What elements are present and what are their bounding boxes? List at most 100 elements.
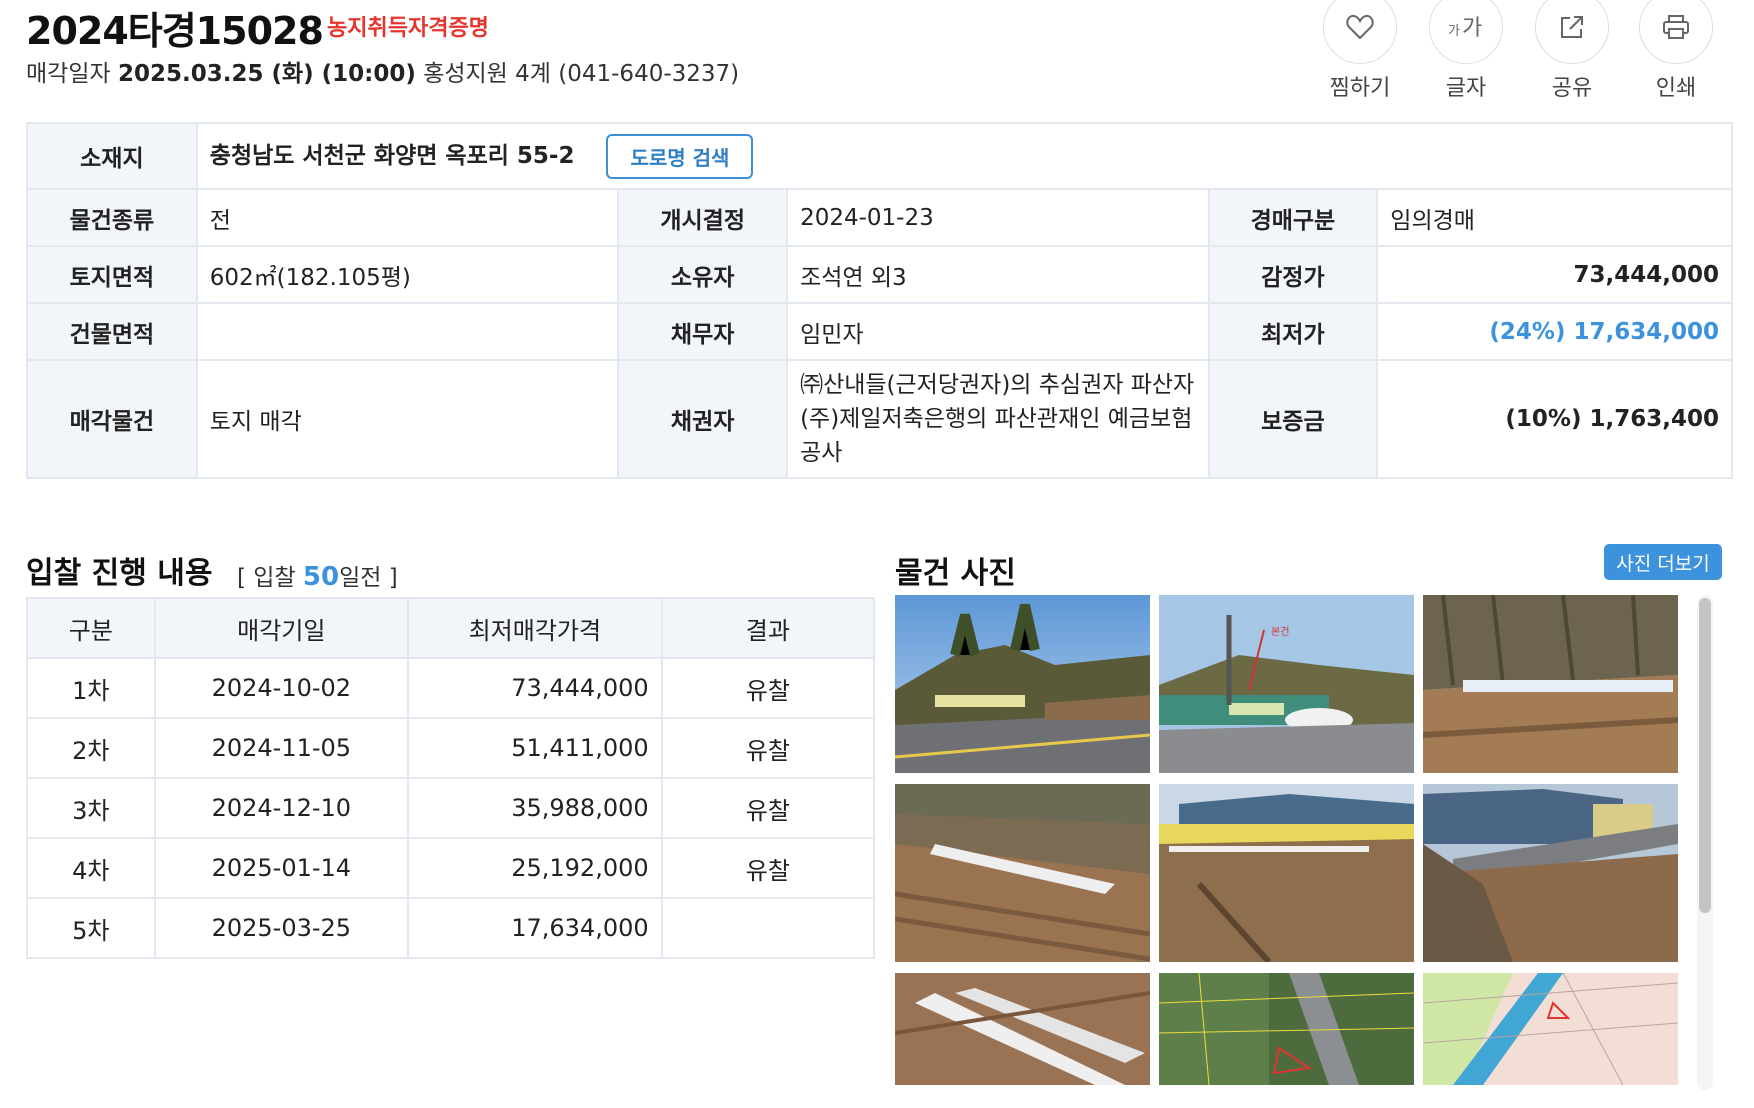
share-label: 공유: [1551, 76, 1593, 101]
value-cell: 토지 매각: [195, 359, 620, 479]
header-cell: 건물면적: [26, 302, 198, 361]
property-photo[interactable]: [1423, 973, 1678, 1085]
print-button[interactable]: 인쇄: [1639, 0, 1713, 102]
table-row: 5차 2025-03-25 17,634,000: [26, 897, 876, 959]
creditor-cell: ㈜산내들(근저당권자)의 추심권자 파산자 (주)제일저축은행의 파산관재인 예…: [786, 359, 1210, 479]
court-info: 홍성지원 4계 (041-640-3237): [423, 61, 740, 87]
sale-info-line: 매각일자 2025.03.25 (화) (10:00) 홍성지원 4계 (041…: [26, 54, 739, 88]
value-cell: 2024-01-23: [786, 188, 1210, 247]
location-header: 소재지: [26, 122, 198, 190]
property-photo[interactable]: [1159, 973, 1414, 1085]
header-cell: 물건종류: [26, 188, 198, 247]
value-cell: 조석연 외3: [786, 245, 1210, 304]
road-name-search-button[interactable]: 도로명 검색: [606, 133, 754, 179]
price-cell: 25,192,000: [407, 837, 663, 899]
header-cell: 감정가: [1207, 245, 1379, 304]
result-cell: 유찰: [660, 777, 876, 839]
table-row: 건물면적 채무자 임민자 최저가 (24%) 17,634,000: [26, 302, 1733, 361]
property-photo[interactable]: [895, 973, 1150, 1085]
value-cell: 전: [195, 188, 620, 247]
photo-arrow-label: 본건: [1271, 626, 1289, 638]
print-label: 인쇄: [1655, 76, 1697, 101]
photo-section-title: 물건 사진: [895, 556, 1016, 591]
property-photo[interactable]: [895, 595, 1150, 773]
table-row: 물건종류 전 개시결정 2024-01-23 경매구분 임의경매: [26, 188, 1733, 247]
header-cell: 토지면적: [26, 245, 198, 304]
header-cell: 매각물건: [26, 359, 198, 479]
font-size-label: 글자: [1445, 76, 1487, 101]
minimum-price: (24%) 17,634,000: [1376, 302, 1733, 361]
table-row: 소재지 충청남도 서천군 화양면 옥포리 55-2 도로명 검색: [26, 122, 1734, 190]
price-cell: 17,634,000: [407, 897, 663, 959]
photo-scrollbar-thumb[interactable]: [1699, 598, 1711, 913]
farm-cert-badge: 농지취득자격증명: [327, 16, 489, 41]
property-photo[interactable]: [1423, 595, 1678, 773]
column-header: 최저매각가격: [407, 597, 663, 659]
round-cell: 3차: [26, 777, 156, 839]
property-info-table: 소재지 충청남도 서천군 화양면 옥포리 55-2 도로명 검색 물건종류 전 …: [26, 122, 1734, 479]
result-cell: 유찰: [660, 657, 876, 719]
more-photos-button[interactable]: 사진 더보기: [1604, 544, 1722, 580]
bid-section-title: 입찰 진행 내용: [26, 556, 213, 591]
bid-countdown-prefix: [ 입찰: [237, 565, 296, 591]
table-row: 2차 2024-11-05 51,411,000 유찰: [26, 717, 876, 779]
table-row: 3차 2024-12-10 35,988,000 유찰: [26, 777, 876, 839]
table-row: 토지면적 602㎡(182.105평) 소유자 조석연 외3 감정가 73,44…: [26, 245, 1733, 304]
header-cell: 경매구분: [1207, 188, 1379, 247]
column-header: 매각기일: [153, 597, 410, 659]
sale-label: 매각일자: [26, 61, 111, 87]
header-cell: 보증금: [1207, 359, 1379, 479]
header-cell: 최저가: [1207, 302, 1379, 361]
round-cell: 1차: [26, 657, 156, 719]
price-cell: 51,411,000: [407, 717, 663, 779]
table-header-row: 구분 매각기일 최저매각가격 결과: [26, 597, 876, 659]
round-cell: 2차: [26, 717, 156, 779]
price-cell: 73,444,000: [407, 657, 663, 719]
svg-text:가: 가: [1448, 24, 1460, 39]
date-cell: 2024-10-02: [153, 657, 410, 719]
location-cell: 충청남도 서천군 화양면 옥포리 55-2 도로명 검색: [195, 122, 1734, 190]
column-header: 구분: [26, 597, 156, 659]
svg-text:가: 가: [1462, 16, 1482, 41]
header-cell: 채권자: [617, 359, 789, 479]
value-cell: 임의경매: [1376, 188, 1733, 247]
bid-countdown: [ 입찰 50일전 ]: [237, 558, 398, 592]
table-row: 1차 2024-10-02 73,444,000 유찰: [26, 657, 876, 719]
bid-countdown-suffix: 일전 ]: [339, 565, 398, 591]
date-cell: 2025-01-14: [153, 837, 410, 899]
bid-countdown-days: 50: [302, 562, 340, 592]
table-row: 매각물건 토지 매각 채권자 ㈜산내들(근저당권자)의 추심권자 파산자 (주)…: [26, 359, 1733, 479]
location-address: 충청남도 서천군 화양면 옥포리 55-2: [209, 142, 575, 169]
header-cell: 채무자: [617, 302, 789, 361]
round-cell: 5차: [26, 897, 156, 959]
print-icon: [1639, 0, 1713, 64]
sale-date: 2025.03.25 (화) (10:00): [117, 61, 416, 87]
font-size-button[interactable]: 가가 글자: [1429, 0, 1503, 102]
case-number: 2024타경15028: [26, 9, 324, 53]
value-cell: 임민자: [786, 302, 1210, 361]
table-row: 4차 2025-01-14 25,192,000 유찰: [26, 837, 876, 899]
result-cell: [660, 897, 876, 959]
round-cell: 4차: [26, 837, 156, 899]
date-cell: 2025-03-25: [153, 897, 410, 959]
property-photo[interactable]: [895, 784, 1150, 962]
appraisal-price: 73,444,000: [1376, 245, 1733, 304]
wishlist-button[interactable]: 찜하기: [1323, 0, 1397, 102]
value-cell: [195, 302, 620, 361]
header-cell: 개시결정: [617, 188, 789, 247]
share-icon: [1535, 0, 1609, 64]
heart-icon: [1323, 0, 1397, 64]
bid-history-table: 구분 매각기일 최저매각가격 결과 1차 2024-10-02 73,444,0…: [26, 597, 876, 959]
font-size-icon: 가가: [1429, 0, 1503, 64]
value-cell: 602㎡(182.105평): [195, 245, 620, 304]
property-photo[interactable]: 본건: [1159, 595, 1414, 773]
property-photo[interactable]: [1423, 784, 1678, 962]
property-photo[interactable]: [1159, 784, 1414, 962]
header-cell: 소유자: [617, 245, 789, 304]
result-cell: 유찰: [660, 837, 876, 899]
share-button[interactable]: 공유: [1535, 0, 1609, 102]
deposit-price: (10%) 1,763,400: [1376, 359, 1733, 479]
date-cell: 2024-11-05: [153, 717, 410, 779]
wishlist-label: 찜하기: [1329, 76, 1391, 101]
price-cell: 35,988,000: [407, 777, 663, 839]
